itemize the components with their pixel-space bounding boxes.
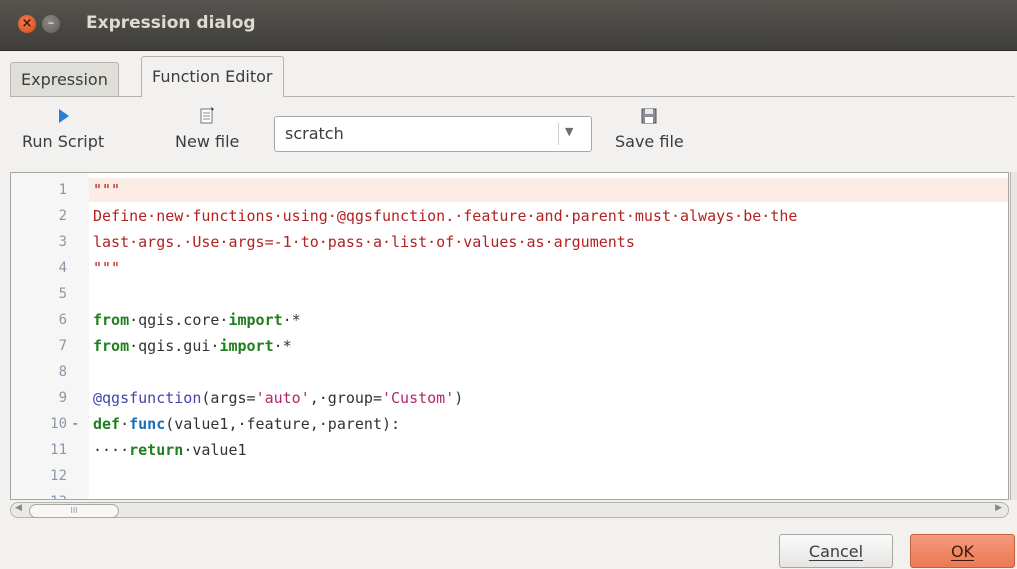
run-script-label: Run Script <box>22 132 105 151</box>
floppy-disk-icon <box>641 108 657 124</box>
vertical-scrollbar[interactable] <box>1010 172 1017 500</box>
line-number: 13 <box>11 489 67 499</box>
line-number: 4 <box>58 260 67 276</box>
scrollbar-thumb[interactable]: III <box>29 504 119 518</box>
code-line[interactable]: 13 <box>11 489 1001 499</box>
window-title: Expression dialog <box>86 13 256 33</box>
code-text: """ <box>93 181 121 199</box>
line-number: 3 <box>58 234 67 250</box>
line-number: 1 <box>58 182 67 198</box>
new-file-button[interactable]: New file <box>175 106 239 151</box>
code-line[interactable]: 6 from·qgis.core·import·* <box>11 307 1001 333</box>
scrollbar-grip: III <box>70 506 78 515</box>
tab-function-editor[interactable]: Function Editor <box>141 56 284 97</box>
code-text: """ <box>93 259 121 277</box>
code-line[interactable]: 11 ····return·value1 <box>11 437 1001 463</box>
new-file-label: New file <box>175 132 240 151</box>
fold-marker-icon[interactable]: - <box>71 411 79 437</box>
code-line[interactable]: 9 @qgsfunction(args='auto',·group='Custom… <box>11 385 1001 411</box>
minimize-icon[interactable]: – <box>42 15 60 33</box>
cancel-button[interactable]: Cancel <box>779 534 893 568</box>
code-editor[interactable]: 1 """ 2 Define·new·functions·using·@qgsfunc… <box>10 172 1009 500</box>
save-file-button[interactable]: Save file <box>615 106 684 151</box>
code-text: from·qgis.core·import·* <box>93 311 301 329</box>
line-number: 7 <box>58 338 67 354</box>
code-line[interactable]: 4 """ <box>11 255 1001 281</box>
code-line[interactable]: 12 <box>11 463 1001 489</box>
code-text: ····return·value1 <box>93 441 247 459</box>
code-line[interactable]: 10- def·func(value1,·feature,·parent): <box>11 411 1001 437</box>
scroll-left-icon[interactable]: ◀ <box>15 503 22 513</box>
chevron-down-icon[interactable]: ▼ <box>565 125 573 138</box>
close-icon[interactable]: × <box>18 15 36 33</box>
line-number: 10 <box>50 416 67 432</box>
tab-expression[interactable]: Expression <box>10 62 119 96</box>
file-select[interactable]: scratch ▼ <box>274 116 592 152</box>
line-number: 12 <box>50 468 67 484</box>
title-bar: × – Expression dialog <box>0 0 1017 51</box>
ok-label: OK <box>950 542 975 561</box>
line-number: 11 <box>50 442 67 458</box>
code-text: @qgsfunction(args='auto',·group='Custom'… <box>93 389 464 407</box>
line-number: 6 <box>58 312 67 328</box>
code-line[interactable]: 5 <box>11 281 1001 307</box>
play-icon <box>59 109 70 123</box>
code-line[interactable]: 2 Define·new·functions·using·@qgsfunction… <box>11 203 1001 229</box>
code-text: from·qgis.gui·import·* <box>93 337 292 355</box>
code-text: Define·new·functions·using·@qgsfunction.… <box>93 207 798 225</box>
ok-button[interactable]: OK <box>910 534 1015 568</box>
line-number: 2 <box>58 208 67 224</box>
run-script-button[interactable]: Run Script <box>22 106 104 151</box>
line-number: 9 <box>58 390 67 406</box>
code-line[interactable]: 8 <box>11 359 1001 385</box>
scroll-right-icon[interactable]: ▶ <box>995 503 1002 513</box>
code-line[interactable]: 3 last·args.·Use·args=-1·to·pass·a·list·o… <box>11 229 1001 255</box>
file-select-value: scratch <box>285 124 344 143</box>
code-text: def·func(value1,·feature,·parent): <box>93 415 401 433</box>
code-line[interactable]: 1 """ <box>11 177 1001 203</box>
tab-bar: Expression Function Editor <box>10 54 1015 97</box>
save-file-label: Save file <box>615 132 684 151</box>
code-text: last·args.·Use·args=-1·to·pass·a·list·of… <box>93 233 635 251</box>
new-file-icon <box>200 107 215 124</box>
line-number: 5 <box>58 286 67 302</box>
line-number: 8 <box>58 364 67 380</box>
code-line[interactable]: 7 from·qgis.gui·import·* <box>11 333 1001 359</box>
horizontal-scrollbar[interactable]: ◀ III ▶ <box>10 502 1009 518</box>
cancel-label: Cancel <box>808 542 864 561</box>
combo-separator <box>558 123 559 145</box>
